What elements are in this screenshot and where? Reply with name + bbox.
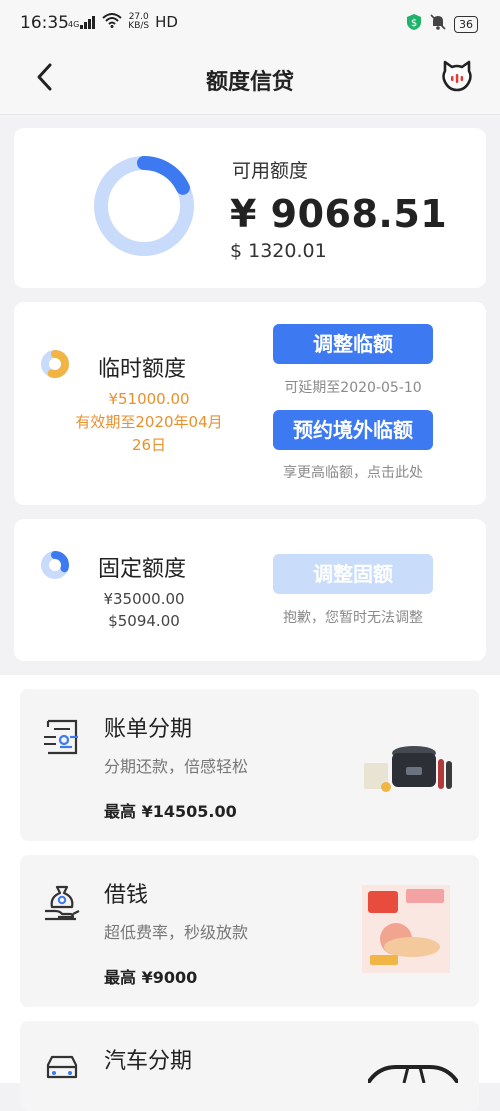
adjust-temporary-limit-button[interactable]: 调整临额: [273, 324, 433, 364]
temporary-limit-info: ¥51000.00 有效期至2020年04月 26日: [54, 388, 244, 457]
signal-icon: 4G: [68, 15, 96, 29]
product-max-amount: 最高 ¥14505.00: [104, 802, 237, 821]
product-max-amount: 最高 ¥9000: [104, 968, 198, 987]
available-credit-cny: ¥ 9068.51: [230, 192, 448, 236]
overseas-hint[interactable]: 享更高临额，点击此处: [254, 462, 452, 482]
mute-bell-icon: [430, 13, 446, 35]
available-credit-ring: [94, 156, 194, 256]
fixed-limit-hint: 抱歉，您暂时无法调整: [283, 610, 423, 626]
nav-bar: 额度信贷: [0, 46, 500, 115]
product-title: 账单分期: [104, 717, 193, 742]
fixed-limit-cny: ¥35000.00: [103, 590, 185, 608]
temporary-limit-validity-2: 26日: [131, 436, 167, 454]
signal-label: 4G: [68, 19, 80, 29]
fixed-limit-info: ¥35000.00 $5094.00: [74, 588, 214, 632]
overseas-limit-button[interactable]: 预约境外临额: [273, 410, 433, 450]
bill-installment-icon: [44, 719, 78, 755]
car-icon: [46, 1055, 78, 1079]
temporary-limit-title: 临时额度: [98, 357, 187, 382]
hd-indicator: HD: [155, 12, 178, 31]
svg-text:$: $: [411, 18, 417, 29]
product-card-bill-installment[interactable]: 账单分期 分期还款，倍感轻松 最高 ¥14505.00: [20, 689, 479, 841]
product-card-car-installment[interactable]: 汽车分期: [20, 1021, 479, 1111]
temporary-limit-card: 临时额度 ¥51000.00 有效期至2020年04月 26日 调整临额 可延期…: [14, 302, 486, 505]
temporary-limit-ring: [41, 350, 69, 378]
security-icon: $: [406, 13, 422, 35]
fixed-limit-usd: $5094.00: [108, 612, 180, 630]
product-subtitle: 超低费率，秒级放款: [104, 923, 249, 942]
promo-image: [362, 885, 450, 973]
fixed-limit-title: 固定额度: [98, 557, 187, 582]
status-bar: 16:35 4G 27.0 KB/S HD $ 36: [0, 0, 500, 46]
status-right: $ 36: [406, 13, 478, 35]
product-title: 借钱: [104, 883, 149, 908]
fixed-limit-ring: [41, 551, 69, 579]
page-title: 额度信贷: [205, 70, 294, 95]
products-section: 账单分期 分期还款，倍感轻松 最高 ¥14505.00 借钱 超低费率，秒级放款…: [0, 675, 500, 1111]
wifi-icon: [102, 12, 122, 31]
available-credit-usd: $ 1320.01: [230, 240, 327, 262]
extend-hint: 可延期至2020-05-10: [284, 380, 422, 396]
adjust-fixed-limit-button[interactable]: 调整固额: [273, 554, 433, 594]
customer-service-icon: [442, 60, 472, 92]
product-subtitle: 分期还款，倍感轻松: [104, 757, 249, 776]
battery-indicator: 36: [454, 15, 478, 33]
net-speed-unit: KB/S: [128, 20, 150, 31]
product-card-borrow[interactable]: 借钱 超低费率，秒级放款 最高 ¥9000: [20, 855, 479, 1007]
available-credit-label: 可用额度: [232, 160, 309, 182]
status-icons: 4G 27.0 KB/S HD: [68, 12, 178, 31]
temporary-limit-amount: ¥51000.00: [108, 390, 190, 408]
net-speed: 27.0 KB/S: [128, 12, 150, 31]
product-title: 汽车分期: [104, 1049, 193, 1074]
rice-cooker-image: [364, 746, 452, 792]
temporary-limit-validity-1: 有效期至2020年04月: [75, 413, 223, 431]
money-bag-icon: [45, 885, 80, 921]
status-time: 16:35: [20, 13, 69, 33]
car-image: [368, 1065, 458, 1083]
fixed-limit-card: 固定额度 ¥35000.00 $5094.00 调整固额 抱歉，您暂时无法调整: [14, 519, 486, 661]
customer-service-button[interactable]: [440, 59, 474, 93]
available-credit-card: 可用额度 ¥ 9068.51 $ 1320.01: [14, 128, 486, 288]
